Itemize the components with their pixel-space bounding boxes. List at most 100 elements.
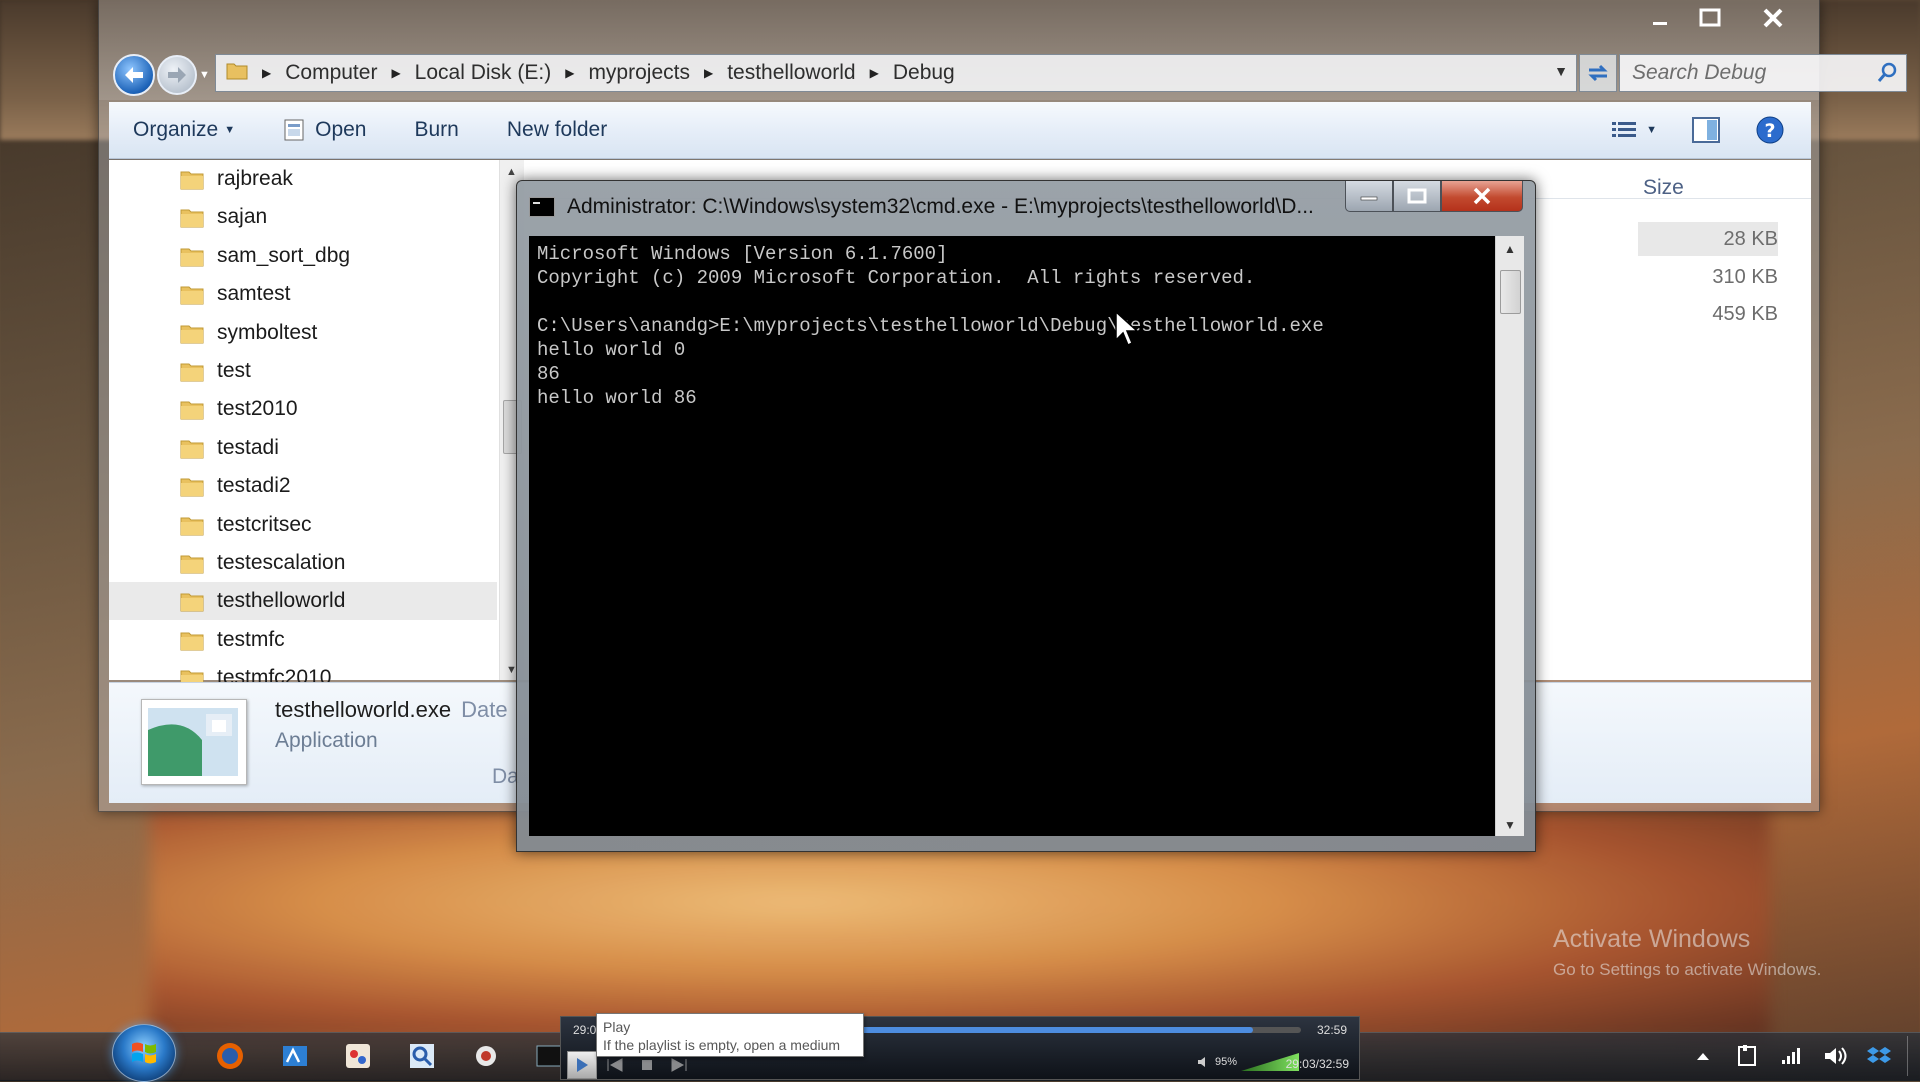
address-bar[interactable]: ▶ Computer ▶ Local Disk (E:) ▶ myproject… [215, 54, 1577, 92]
action-center-button[interactable] [1725, 1043, 1769, 1069]
tree-item[interactable]: testescalation [109, 544, 497, 582]
folder-icon [180, 593, 204, 612]
refresh-button[interactable] [1579, 54, 1617, 92]
tree-item[interactable]: testcritsec [109, 506, 497, 544]
speaker-icon [1198, 1057, 1205, 1067]
volume-button[interactable] [1813, 1045, 1857, 1067]
paint-taskbar-button[interactable] [338, 1038, 378, 1074]
open-icon [284, 119, 304, 141]
help-button[interactable]: ? [1743, 102, 1811, 158]
chevron-up-icon [1697, 1053, 1709, 1060]
breadcrumb-arrow-icon: ▶ [262, 66, 272, 80]
breadcrumb-local-disk[interactable]: Local Disk (E:) [415, 61, 552, 85]
scroll-down-icon[interactable]: ▼ [1504, 818, 1516, 832]
chevron-down-icon[interactable]: ▼ [1646, 124, 1657, 136]
preview-pane-button[interactable] [1669, 102, 1743, 158]
file-thumbnail [141, 699, 247, 785]
search-icon[interactable] [1876, 62, 1898, 90]
watermark-title: Activate Windows [1553, 925, 1751, 953]
tree-item[interactable]: testhelloworld [109, 582, 497, 621]
svg-text:?: ? [1764, 120, 1775, 142]
minimize-button[interactable] [1635, 0, 1685, 36]
console-scrollbar[interactable]: ▲ ▼ [1495, 236, 1524, 836]
cmd-close-button[interactable] [1441, 181, 1523, 212]
flag-icon [1738, 1045, 1756, 1066]
close-icon [1473, 187, 1491, 205]
column-size[interactable]: Size [1643, 176, 1684, 200]
seek-bar[interactable] [861, 1027, 1301, 1033]
cmd-minimize-button[interactable] [1345, 181, 1393, 212]
back-arrow-icon [125, 67, 143, 83]
folder-icon [180, 209, 204, 228]
forward-button[interactable] [157, 55, 197, 95]
cmd-title: Administrator: C:\Windows\system32\cmd.e… [567, 195, 1314, 218]
tools-taskbar-button[interactable] [466, 1038, 506, 1074]
breadcrumb-computer[interactable]: Computer [285, 61, 377, 85]
activate-windows-watermark: Activate Windows Go to Settings to activ… [1553, 925, 1821, 980]
cmd-window: Administrator: C:\Windows\system32\cmd.e… [516, 180, 1536, 852]
recent-pages-dropdown[interactable]: ▼ [199, 69, 210, 81]
network-button[interactable] [1769, 1046, 1813, 1066]
tree-item[interactable]: sajan [109, 198, 497, 236]
breadcrumb-arrow-icon[interactable]: ▶ [391, 66, 400, 80]
show-desktop-button[interactable] [1907, 1036, 1920, 1076]
breadcrumb-arrow-icon[interactable]: ▶ [704, 66, 713, 80]
tree-item[interactable]: testadi [109, 429, 497, 467]
play-button[interactable] [567, 1051, 597, 1079]
open-button[interactable]: Open [259, 102, 390, 158]
volume-control[interactable]: 95% [1197, 1053, 1300, 1071]
tree-item[interactable]: sam_sort_dbg [109, 237, 497, 275]
tree-item[interactable]: samtest [109, 275, 497, 313]
tree-item[interactable]: test [109, 352, 497, 390]
console-output[interactable]: Microsoft Windows [Version 6.1.7600] Cop… [529, 236, 1509, 836]
stop-button[interactable] [633, 1055, 661, 1075]
next-button[interactable] [665, 1055, 693, 1075]
tree-item[interactable]: testadi2 [109, 467, 497, 505]
tree-item[interactable]: symboltest [109, 314, 497, 352]
previous-button[interactable] [601, 1055, 629, 1075]
change-view-button[interactable]: ▼ [1598, 102, 1669, 158]
dropbox-button[interactable] [1857, 1044, 1901, 1068]
close-button[interactable] [1735, 0, 1811, 36]
tree-item[interactable]: testmfc [109, 621, 497, 659]
breadcrumb-debug[interactable]: Debug [893, 61, 955, 85]
forward-arrow-icon [168, 67, 186, 83]
firefox-taskbar-button[interactable] [210, 1038, 250, 1074]
tree-item[interactable]: rajbreak [109, 160, 497, 198]
file-size[interactable]: 28 KB [1638, 222, 1778, 256]
start-button[interactable] [112, 1024, 176, 1082]
breadcrumb-myprojects[interactable]: myprojects [588, 61, 690, 85]
maximize-button[interactable] [1685, 0, 1735, 36]
breadcrumb-arrow-icon[interactable]: ▶ [565, 66, 574, 80]
visual-studio-icon [283, 1046, 307, 1066]
magnifier-icon [410, 1044, 434, 1068]
tree-item[interactable]: test2010 [109, 390, 497, 428]
breadcrumb-testhelloworld[interactable]: testhelloworld [727, 61, 855, 85]
magnifier-taskbar-button[interactable] [402, 1038, 442, 1074]
organize-button[interactable]: Organize ▼ [109, 102, 259, 158]
tree-item-label: testcritsec [217, 512, 312, 536]
new-folder-button[interactable]: New folder [483, 102, 631, 158]
folder-icon [180, 363, 204, 382]
show-hidden-icons-button[interactable] [1681, 1051, 1725, 1061]
play-icon [577, 1058, 588, 1072]
breadcrumb-arrow-icon[interactable]: ▶ [870, 66, 879, 80]
maximize-icon [1699, 8, 1721, 27]
tree-item-label: testadi2 [217, 474, 291, 498]
back-button[interactable] [113, 54, 155, 96]
address-dropdown-icon[interactable]: ▼ [1554, 63, 1568, 79]
cmd-maximize-button[interactable] [1393, 181, 1441, 212]
file-size[interactable]: 459 KB [1638, 297, 1778, 331]
scroll-up-icon[interactable]: ▲ [1504, 242, 1516, 256]
console-scroll-thumb[interactable] [1500, 270, 1521, 314]
burn-button[interactable]: Burn [390, 102, 482, 158]
cmd-title-bar[interactable]: Administrator: C:\Windows\system32\cmd.e… [529, 193, 1359, 221]
playback-clock: 29:03/32:59 [1285, 1057, 1349, 1071]
visual-studio-taskbar-button[interactable] [275, 1038, 315, 1074]
folder-icon [226, 60, 248, 86]
scroll-up-icon[interactable]: ▲ [506, 166, 517, 178]
search-input[interactable]: Search Debug [1619, 54, 1907, 92]
file-size[interactable]: 310 KB [1638, 260, 1778, 294]
stop-icon [642, 1060, 652, 1070]
date-label: Date [461, 697, 508, 722]
